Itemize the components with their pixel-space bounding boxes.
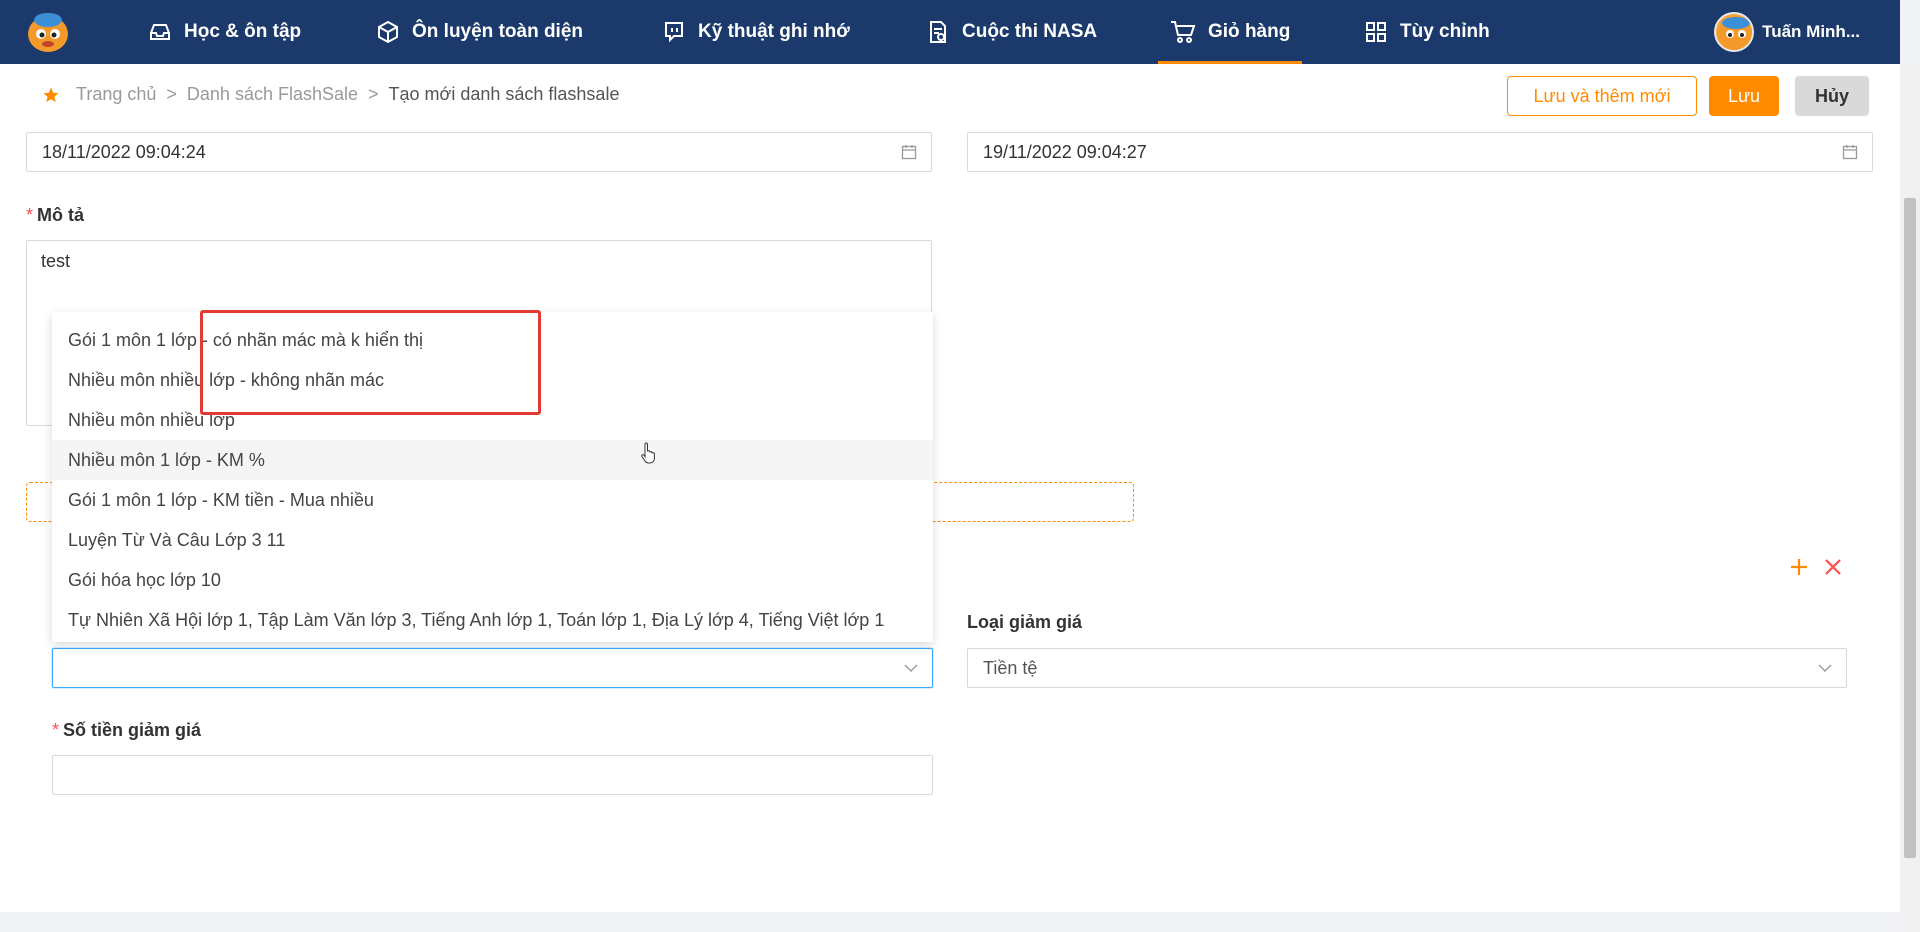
grid-icon [1366,22,1386,42]
dropdown-option[interactable]: Nhiều môn 1 lớp - KM % [52,440,933,480]
nav-item-ky-thuat[interactable]: Kỹ thuật ghi nhớ [662,0,850,64]
save-button[interactable]: Lưu [1709,76,1779,116]
avatar [1714,12,1755,52]
nav-item-label: Học & ôn tập [184,21,302,42]
package-select[interactable] [52,648,933,688]
breadcrumb-separator: > [368,84,379,104]
required-mark: * [52,720,60,740]
chevron-down-icon [1818,664,1832,672]
discount-amount-input[interactable] [52,755,933,795]
discount-type-label: Loại giảm giá [967,612,1083,632]
calendar-icon [901,145,917,160]
plus-icon[interactable] [1788,556,1810,578]
end-date-value: 19/11/2022 09:04:27 [983,141,1147,162]
nav-item-label: Kỹ thuật ghi nhớ [698,21,850,42]
user-name: Tuấn Minh... [1762,22,1860,41]
row-actions [1788,556,1844,578]
main-panel: Trang chủ > Danh sách FlashSale > Tạo mớ… [0,64,1900,912]
breadcrumb-home[interactable]: Trang chủ [76,84,156,105]
nav-item-gio-hang[interactable]: Giỏ hàng [1158,0,1303,64]
nav-item-hoc-on-tap[interactable]: Học & ôn tập [148,0,301,64]
cart-icon [1171,21,1196,43]
dropdown-option[interactable]: Gói hóa học lớp 10 [52,560,933,600]
nav-item-tuy-chinh[interactable]: Tùy chỉnh [1364,0,1490,64]
logo-icon [28,13,68,52]
dropdown-option[interactable]: Tự Nhiên Xã Hội lớp 1, Tập Làm Văn lớp 3… [52,600,933,640]
breadcrumb-current: Tạo mới danh sách flashsale [388,84,620,104]
hand-cursor-icon [641,442,655,464]
chat-icon [665,22,683,43]
nav-item-label: Cuộc thi NASA [962,21,1098,42]
logo[interactable] [24,10,72,54]
nav-item-label: Tùy chỉnh [1400,21,1490,42]
start-date-value: 18/11/2022 09:04:24 [42,141,206,162]
user-menu[interactable]: Tuấn Minh... [1714,0,1860,64]
document-icon [930,21,946,43]
nav-item-on-luyen[interactable]: Ôn luyện toàn diện [376,0,583,64]
scrollbar[interactable] [1900,64,1920,932]
close-icon[interactable] [1822,556,1844,578]
calendar-icon [1842,145,1858,160]
cancel-button[interactable]: Hủy [1795,76,1869,116]
star-icon [43,87,59,102]
top-navigation: Học & ôn tập Ôn luyện toàn diện Kỹ thuật… [0,0,1900,64]
annotation-highlight-box [200,310,541,415]
start-date-input[interactable]: 18/11/2022 09:04:24 [26,132,932,172]
nav-item-cuoc-thi[interactable]: Cuộc thi NASA [926,0,1097,64]
required-mark: * [26,205,34,225]
chevron-down-icon [904,664,918,672]
dropdown-option[interactable]: Gói 1 môn 1 lớp - KM tiền - Mua nhiều [52,480,933,520]
scrollbar-thumb[interactable] [1904,198,1916,858]
discount-type-value: Tiền tệ [983,657,1038,678]
breadcrumb-separator: > [166,84,177,104]
discount-amount-label: * Số tiền giảm giá [52,720,202,740]
discount-type-select[interactable]: Tiền tệ [967,648,1847,688]
nav-item-label: Giỏ hàng [1208,21,1291,42]
save-and-add-button[interactable]: Lưu và thêm mới [1507,76,1697,116]
breadcrumb: Trang chủ > Danh sách FlashSale > Tạo mớ… [42,84,619,105]
description-label: * Mô tả [26,205,85,225]
cube-icon [378,20,398,44]
inbox-icon [150,24,170,40]
end-date-input[interactable]: 19/11/2022 09:04:27 [967,132,1873,172]
breadcrumb-list[interactable]: Danh sách FlashSale [187,84,358,105]
dropdown-option[interactable]: Luyện Từ Và Câu Lớp 3 11 [52,520,933,560]
nav-item-label: Ôn luyện toàn diện [412,21,584,42]
